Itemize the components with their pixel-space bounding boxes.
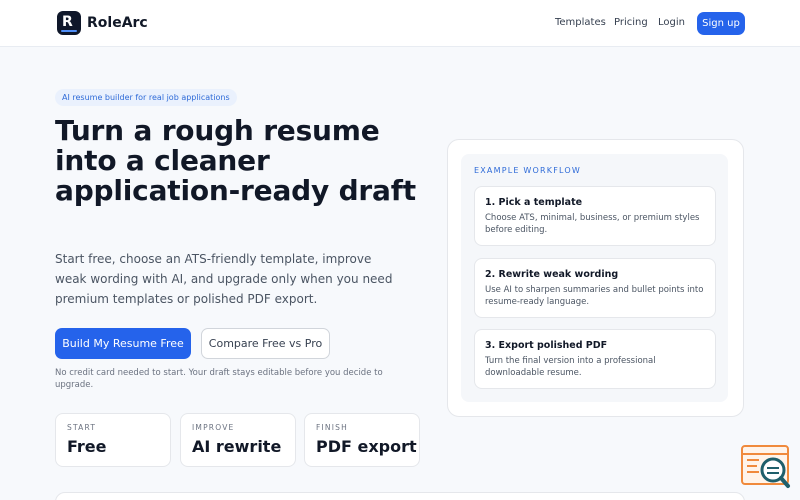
stat-label: IMPROVE <box>192 423 235 432</box>
logo-letter: R <box>62 14 73 30</box>
step-description: Choose ATS, minimal, business, or premiu… <box>485 213 700 235</box>
no-credit-card-note: No credit card needed to start. Your dra… <box>55 368 383 390</box>
nav-login-link[interactable]: Login <box>658 16 685 30</box>
step-description: Turn the final version into a profession… <box>485 356 656 378</box>
signup-button[interactable]: Sign up <box>697 12 745 35</box>
stat-value: Free <box>67 437 107 456</box>
brand-name[interactable]: RoleArc <box>87 13 148 33</box>
build-resume-button[interactable]: Build My Resume Free <box>55 328 191 359</box>
workflow-heading: EXAMPLE WORKFLOW <box>474 166 581 175</box>
nav-templates-link[interactable]: Templates <box>555 16 606 30</box>
compare-plans-button[interactable]: Compare Free vs Pro <box>201 328 330 359</box>
stat-card-improve: IMPROVE AI rewrite <box>180 413 296 467</box>
workflow-step-export: 3. Export polished PDF Turn the final ve… <box>474 329 716 389</box>
workflow-step-template: 1. Pick a template Choose ATS, minimal, … <box>474 186 716 246</box>
hero-subtext: Start free, choose an ATS-friendly templ… <box>55 252 393 306</box>
logo-underline <box>61 30 77 32</box>
next-section-card <box>55 492 745 500</box>
stat-label: START <box>67 423 97 432</box>
nav-pricing-link[interactable]: Pricing <box>614 16 648 30</box>
step-title: 3. Export polished PDF <box>485 340 608 351</box>
step-title: 2. Rewrite weak wording <box>485 269 619 280</box>
stat-card-start: START Free <box>55 413 171 467</box>
rolearc-logo-icon[interactable]: R <box>57 11 81 35</box>
top-navbar: R RoleArc Templates Pricing Login Sign u… <box>0 0 800 47</box>
workflow-step-rewrite: 2. Rewrite weak wording Use AI to sharpe… <box>474 258 716 318</box>
stat-label: FINISH <box>316 423 348 432</box>
step-description: Use AI to sharpen summaries and bullet p… <box>485 285 704 307</box>
hero-headline: Turn a rough resume into a cleaner appli… <box>55 114 416 207</box>
stat-value: AI rewrite <box>192 437 282 456</box>
stat-value: PDF export <box>316 437 417 456</box>
step-title: 1. Pick a template <box>485 197 583 208</box>
hero-tag-badge: AI resume builder for real job applicati… <box>55 89 237 106</box>
search-document-widget-icon[interactable] <box>741 445 791 489</box>
stat-card-finish: FINISH PDF export <box>304 413 420 467</box>
